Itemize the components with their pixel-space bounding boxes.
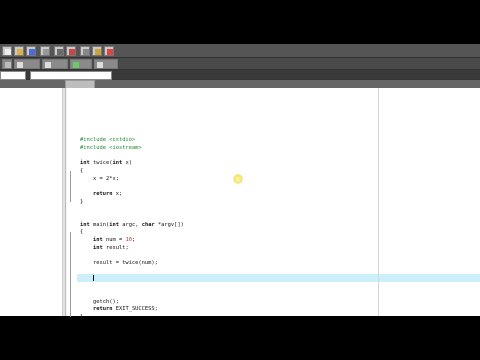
compile-button[interactable]: [92, 46, 102, 56]
code-token: #include <iostream>: [80, 144, 142, 151]
compile-run-button[interactable]: [14, 59, 40, 69]
undo-icon: [57, 49, 63, 55]
undo-button[interactable]: [54, 46, 64, 56]
code-line[interactable]: }: [80, 313, 83, 321]
mouse-cursor-highlight: [233, 174, 243, 184]
close-icon: [69, 49, 75, 55]
code-line[interactable]: result = twice(num);: [80, 259, 158, 267]
debug-button[interactable]: [70, 59, 92, 69]
right-margin-line: [378, 88, 379, 316]
code-token: {: [80, 167, 84, 174]
code-token: argc,: [118, 221, 142, 228]
new-file-button[interactable]: [2, 46, 12, 56]
fold-marker[interactable]: [70, 232, 71, 318]
code-token: x = 2*x;: [80, 175, 119, 182]
code-line[interactable]: #include <iostream>: [80, 144, 142, 152]
code-token: return: [92, 306, 113, 313]
code-token: int: [80, 160, 90, 167]
code-token: ;: [131, 237, 136, 244]
code-token: int: [92, 237, 103, 244]
project-browser-panel: [0, 88, 63, 316]
save-icon: [29, 49, 35, 55]
code-token: char: [141, 221, 155, 228]
members-combo[interactable]: [30, 71, 112, 80]
text-caret: [92, 275, 94, 282]
code-line[interactable]: int main(int argc, char *argv[]): [80, 221, 184, 229]
code-token: x;: [112, 190, 123, 197]
debug-icon: [73, 62, 79, 68]
fold-marker[interactable]: [70, 170, 71, 202]
screen: #include <cstdio> #include <iostream> int …: [0, 0, 480, 360]
compile-run-icon: [17, 62, 23, 68]
code-token: x): [122, 160, 132, 167]
cut-button[interactable]: [80, 46, 90, 56]
code-token: num =: [102, 237, 126, 244]
folder-icon: [17, 49, 23, 55]
code-line[interactable]: int twice(int x): [80, 159, 132, 167]
code-token: main(: [89, 221, 110, 228]
close-button[interactable]: [66, 46, 76, 56]
code-token: }: [80, 198, 84, 205]
code-token: getch();: [80, 298, 119, 305]
code-line[interactable]: return x;: [80, 190, 122, 198]
rebuild-icon: [45, 62, 51, 68]
code-token: int: [80, 221, 90, 228]
main-toolbar: [0, 44, 480, 58]
code-token: #include <cstdio>: [80, 137, 136, 143]
print-icon: [43, 49, 49, 55]
code-token: }: [80, 314, 84, 321]
rebuild-button[interactable]: [42, 59, 68, 69]
project-button[interactable]: [94, 59, 118, 69]
code-token: twice(: [89, 160, 113, 167]
code-editor[interactable]: #include <cstdio> #include <iostream> int …: [67, 88, 480, 320]
save-button[interactable]: [26, 46, 36, 56]
code-token: int: [109, 221, 119, 228]
compile-icon: [95, 49, 101, 55]
compile-toolbar: [0, 58, 480, 70]
open-file-button[interactable]: [14, 46, 24, 56]
print-button[interactable]: [40, 46, 50, 56]
code-token: return: [92, 190, 113, 197]
options-button[interactable]: [104, 46, 114, 56]
editor-tab-strip: [0, 80, 480, 88]
current-line-highlight: [67, 274, 480, 283]
code-line[interactable]: }: [80, 198, 83, 206]
editor-gutter: [67, 88, 77, 318]
new-file-icon: [5, 49, 11, 55]
code-token: EXIT_SUCCESS;: [112, 306, 158, 313]
code-token: {: [80, 229, 84, 236]
code-line[interactable]: x = 2*x;: [80, 175, 119, 183]
class-toolbar: [0, 70, 480, 80]
code-token: result = twice(num);: [80, 260, 158, 267]
project-icon: [97, 62, 103, 68]
cut-icon: [83, 49, 89, 55]
code-line[interactable]: int result;: [80, 244, 129, 252]
code-line[interactable]: [80, 275, 94, 283]
code-token: result;: [102, 244, 129, 251]
tab-source-file[interactable]: [65, 80, 95, 88]
class-combo[interactable]: [0, 71, 26, 80]
panel-splitter[interactable]: [63, 88, 66, 316]
options-icon: [107, 49, 113, 55]
grid-button[interactable]: [2, 59, 12, 69]
code-token: *argv[]): [154, 221, 184, 228]
code-token: int: [92, 244, 103, 251]
code-token: int: [112, 160, 123, 167]
code-line[interactable]: return EXIT_SUCCESS;: [80, 305, 158, 313]
grid-icon: [5, 62, 11, 68]
